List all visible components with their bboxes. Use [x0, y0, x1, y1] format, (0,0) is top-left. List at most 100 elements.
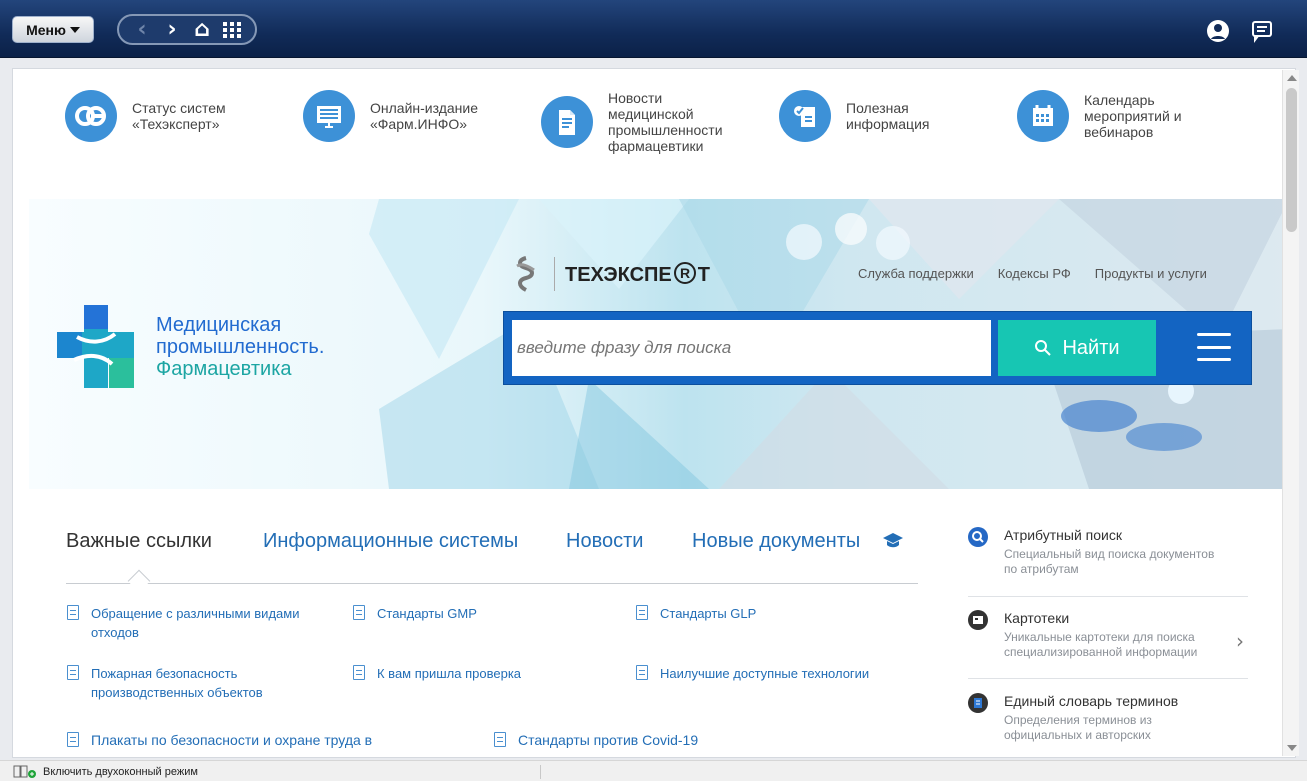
side-separator [968, 678, 1248, 679]
side-title: Картотеки [1004, 610, 1070, 626]
tab-news[interactable]: Новости [566, 530, 692, 553]
brand-name-part1: ТЕХЭКСПЕ [565, 264, 672, 286]
hero-banner: ТЕХЭКСПЕ R Т Служба поддержки Кодексы РФ П… [29, 199, 1289, 489]
link-label: Стандарты GLP [660, 606, 757, 621]
dual-window-toggle[interactable]: Включить двухоконный режим [13, 765, 198, 779]
card-file-symbol-icon [973, 616, 983, 624]
tab-important-links[interactable]: Важные ссылки [66, 530, 263, 553]
link-label: Стандарты GMP [377, 606, 477, 621]
message-icon[interactable] [1250, 19, 1274, 43]
tabs-underline [66, 583, 918, 584]
status-icon-svg [75, 106, 106, 126]
user-icon-svg [1207, 20, 1229, 42]
grid-icon-svg [223, 21, 241, 38]
logo-line-3: Фармацевтика [156, 357, 292, 380]
chevron-down-icon [69, 26, 80, 33]
brand-divider [554, 257, 555, 291]
document-icon [67, 605, 79, 620]
search-badge-icon [972, 531, 984, 543]
link-fire-safety[interactable]: Пожарная безопасность производственных о… [67, 664, 317, 702]
side-description: Определения терминов из официальных и ав… [1004, 713, 1152, 742]
tab-information-systems[interactable]: Информационные системы [263, 530, 566, 553]
link-covid-standards[interactable]: Стандарты против Covid-19 [494, 731, 754, 750]
scrollbar-thumb[interactable] [1286, 88, 1297, 232]
document-icon [67, 732, 79, 747]
side-terms-dictionary[interactable]: Единый словарь терминов Определения терм… [968, 693, 1248, 757]
support-link[interactable]: Служба поддержки [858, 266, 974, 281]
brand-name: ТЕХЭКСПЕ R Т [565, 261, 710, 287]
message-icon-svg [1252, 21, 1272, 43]
feature-label: Онлайн-издание «Фарм.ИНФО» [370, 100, 479, 132]
link-safety-posters[interactable]: Плакаты по безопасности и охране труда в [67, 731, 417, 750]
chevron-right-icon[interactable]: › [1236, 629, 1244, 653]
feature-useful-info[interactable]: Полезная информация [779, 90, 981, 142]
feature-calendar[interactable]: Календарь мероприятий и вебинаров [1017, 90, 1219, 142]
dictionary-symbol-icon [974, 698, 982, 708]
feature-label: Новости медицинской промышленности фарма… [608, 90, 723, 154]
search-button-label: Найти [1062, 336, 1120, 359]
link-inspection[interactable]: К вам пришла проверка [353, 664, 563, 683]
medical-industry-logo: Медицинская промышленность. Фармацевтика [57, 305, 324, 388]
info-list-icon [779, 90, 831, 142]
codes-link[interactable]: Кодексы РФ [998, 266, 1071, 281]
link-label: Наилучшие доступные технологии [660, 666, 870, 681]
side-title: Атрибутный поиск [1004, 527, 1122, 543]
link-gmp-standards[interactable]: Стандарты GMP [353, 604, 533, 623]
products-link[interactable]: Продукты и услуги [1095, 266, 1207, 281]
menu-label: Меню [26, 21, 66, 38]
home-icon[interactable]: ⌂ [189, 18, 215, 42]
document-icon [494, 732, 506, 747]
active-tab-indicator [127, 569, 151, 593]
feature-medical-news[interactable]: Новости медицинской промышленности фарма… [541, 90, 743, 154]
document-icon [353, 605, 365, 620]
feature-label: Полезная информация [846, 100, 930, 132]
top-toolbar: Меню ‹ › ⌂ [0, 0, 1307, 58]
attribute-search-icon [968, 527, 988, 547]
side-attribute-search[interactable]: Атрибутный поиск Специальный вид поиска … [968, 527, 1248, 597]
status-icon [65, 90, 117, 142]
scroll-down-icon[interactable] [1287, 745, 1297, 751]
hamburger-menu-icon[interactable] [1197, 333, 1231, 361]
document-icon [541, 96, 593, 148]
link-label: Пожарная безопасность производственных о… [91, 666, 263, 700]
dictionary-icon [968, 693, 988, 713]
tekhexpert-brand: ТЕХЭКСПЕ R Т [509, 254, 710, 294]
registered-mark-icon: R [673, 262, 696, 284]
dual-window-icon [13, 765, 36, 778]
forward-arrow-icon[interactable]: › [159, 18, 185, 42]
logo-text: Медицинская промышленность. Фармацевтика [156, 314, 324, 380]
feature-label: Календарь мероприятий и вебинаров [1084, 92, 1182, 140]
status-bar: Включить двухоконный режим [0, 760, 1307, 781]
back-arrow-icon[interactable]: ‹ [129, 18, 155, 42]
scroll-up-icon[interactable] [1287, 75, 1297, 81]
link-best-technologies[interactable]: Наилучшие доступные технологии [636, 664, 911, 683]
tab-new-documents[interactable]: Новые документы [692, 530, 863, 553]
feature-status-systems[interactable]: Статус систем «Техэксперт» [65, 90, 267, 142]
side-card-files[interactable]: Картотеки Уникальные картотеки для поиск… [968, 610, 1248, 680]
user-icon[interactable] [1206, 19, 1230, 43]
navigation-group: ‹ › ⌂ [117, 14, 257, 45]
banner-links: Служба поддержки Кодексы РФ Продукты и у… [858, 266, 1207, 281]
graduation-cap-icon[interactable] [881, 532, 905, 550]
card-file-icon [968, 610, 988, 630]
grid-icon[interactable] [219, 18, 245, 42]
content-tabs: Важные ссылки Информационные системы Нов… [66, 530, 905, 554]
search-input[interactable] [512, 320, 991, 376]
monitor-icon [303, 90, 355, 142]
search-box: Найти [503, 311, 1252, 385]
feature-farm-info[interactable]: Онлайн-издание «Фарм.ИНФО» [303, 90, 505, 142]
link-glp-standards[interactable]: Стандарты GLP [636, 604, 866, 623]
search-button[interactable]: Найти [998, 320, 1156, 376]
main-content: Статус систем «Техэксперт» Онлайн-издани… [12, 68, 1296, 758]
vertical-scrollbar[interactable] [1282, 70, 1299, 756]
svg-text:R: R [680, 265, 690, 281]
monitor-icon-svg [317, 105, 341, 128]
logo-line-1: Медицинская [156, 313, 282, 336]
link-label: Стандарты против Covid-19 [518, 732, 699, 748]
link-waste-handling[interactable]: Обращение с различными видами отходов [67, 604, 337, 642]
link-label: Обращение с различными видами отходов [91, 606, 300, 640]
menu-button[interactable]: Меню [12, 16, 94, 43]
link-label: К вам пришла проверка [377, 666, 522, 681]
application-window: Меню ‹ › ⌂ Статус систем «Техэксперт» Он… [0, 0, 1307, 781]
side-separator [968, 596, 1248, 597]
